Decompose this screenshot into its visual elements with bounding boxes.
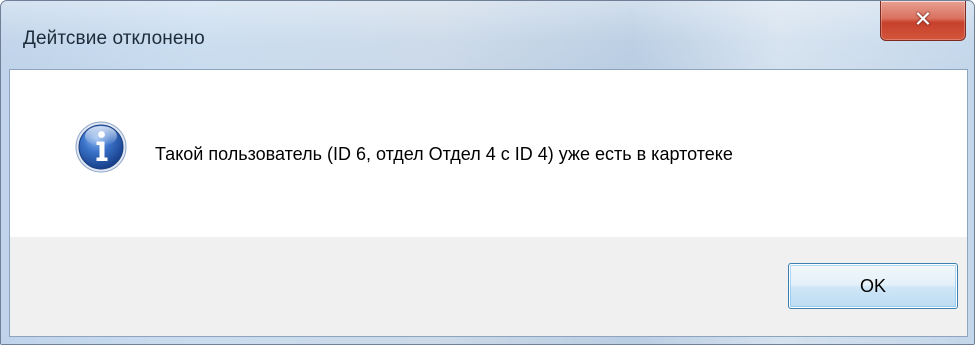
info-icon xyxy=(75,121,127,173)
close-icon: ✕ xyxy=(913,7,933,33)
button-area: OK xyxy=(10,237,967,336)
close-button[interactable]: ✕ xyxy=(880,1,966,41)
ok-button[interactable]: OK xyxy=(788,263,958,309)
dialog-window: Дейтсвие отклонено ✕ Такой пользователь … xyxy=(0,0,975,345)
message-text: Такой пользователь (ID 6, отдел Отдел 4 … xyxy=(155,144,733,164)
dialog-title: Дейтсвие отклонено xyxy=(23,28,205,49)
message-area: Такой пользователь (ID 6, отдел Отдел 4 … xyxy=(10,70,967,237)
dialog-body: Такой пользователь (ID 6, отдел Отдел 4 … xyxy=(9,69,968,337)
title-bar[interactable]: Дейтсвие отклонено ✕ xyxy=(1,1,974,69)
